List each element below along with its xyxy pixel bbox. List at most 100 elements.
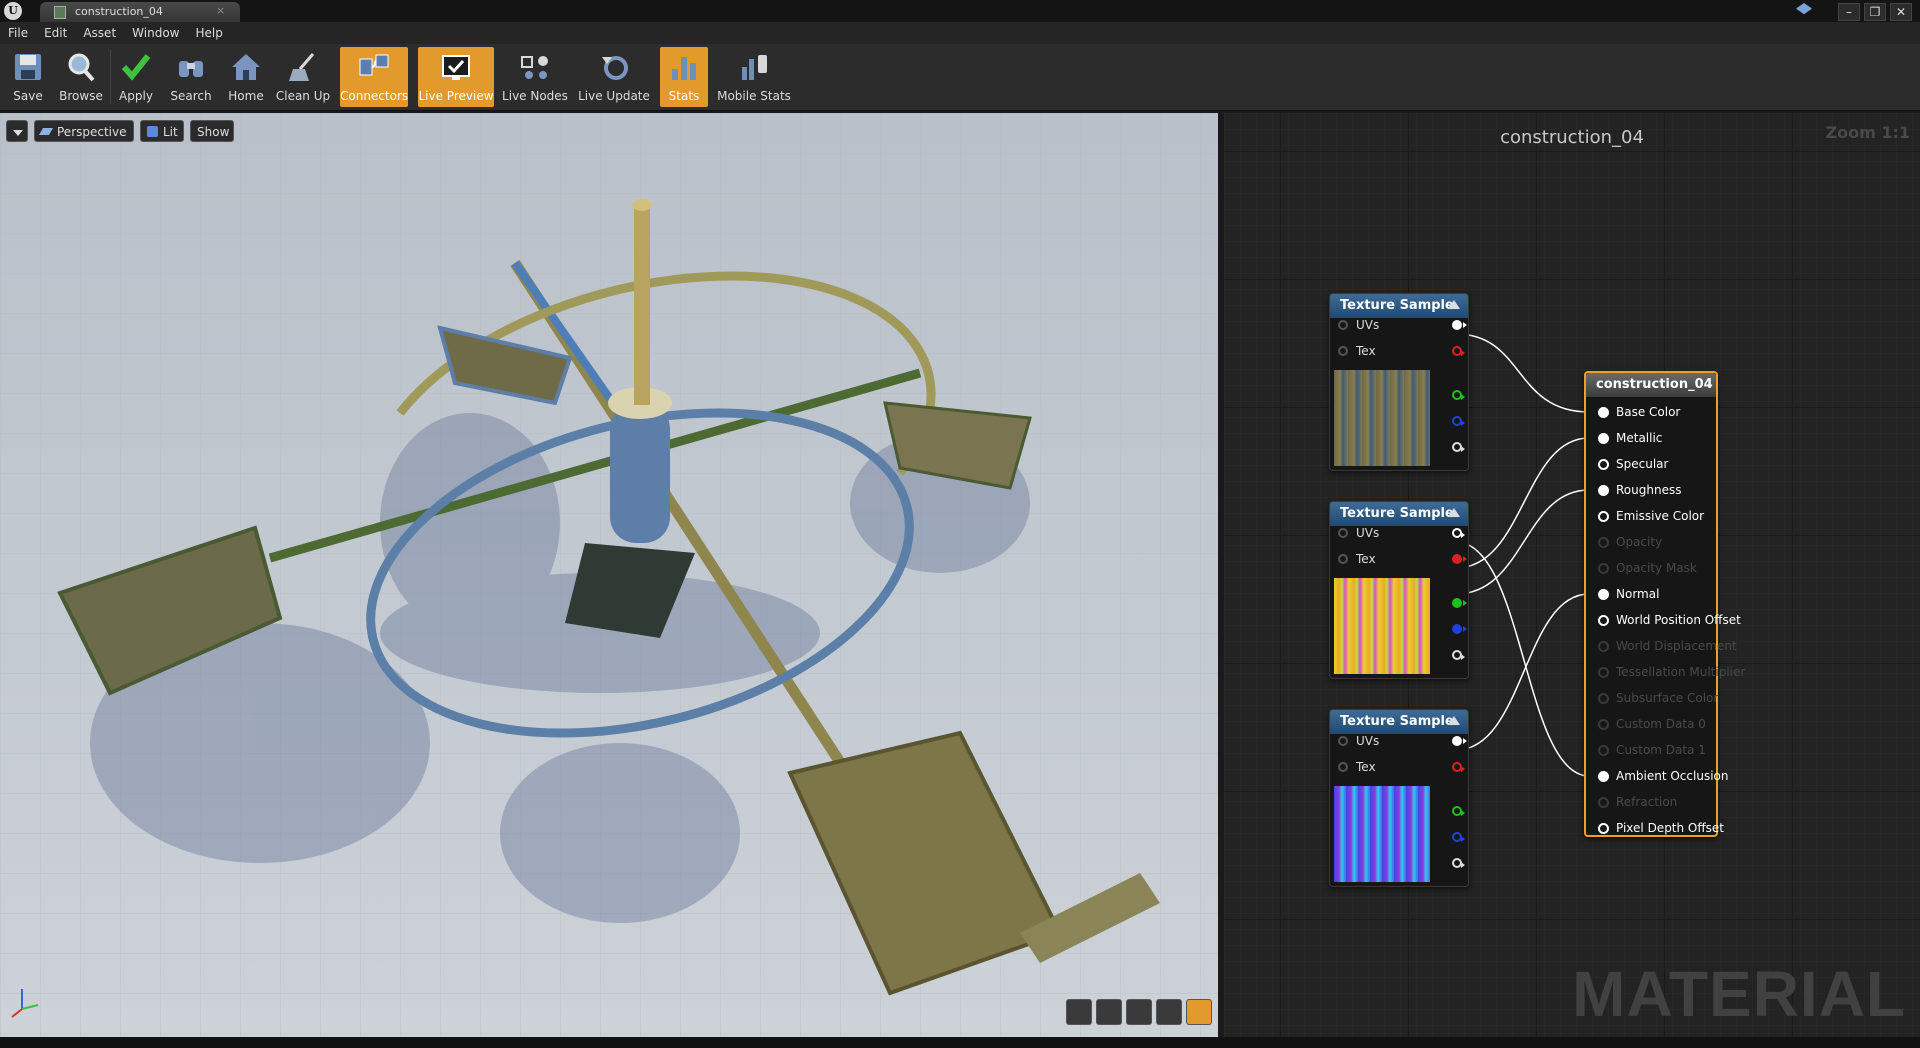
output-pin-g[interactable]	[1452, 806, 1465, 816]
input-pin[interactable]	[1598, 511, 1609, 522]
output-pin-rgb[interactable]	[1452, 528, 1465, 538]
material-input-row: World Position Offset	[1586, 607, 1741, 633]
input-pin[interactable]	[1338, 528, 1348, 538]
output-pin-r[interactable]	[1452, 554, 1467, 564]
input-pin[interactable]	[1598, 407, 1609, 418]
teapot-icon[interactable]	[1186, 999, 1212, 1025]
input-pin[interactable]	[1598, 823, 1609, 834]
stats-icon	[672, 57, 696, 80]
toolbar-separator	[110, 50, 111, 104]
menu-edit[interactable]: Edit	[36, 22, 75, 44]
texture-sample-node[interactable]: Texture Sample UVs Tex	[1329, 709, 1469, 887]
input-pin[interactable]	[1598, 771, 1609, 782]
material-input-row: Metallic	[1586, 425, 1712, 451]
texture-thumbnail	[1334, 578, 1430, 674]
viewport-options-button[interactable]	[6, 120, 28, 142]
menu-asset[interactable]: Asset	[75, 22, 124, 44]
live-preview-button[interactable]: Live Preview	[418, 47, 494, 107]
output-pin-r[interactable]	[1452, 346, 1465, 356]
input-pin	[1598, 719, 1609, 730]
material-input-label: Metallic	[1616, 431, 1663, 445]
connectors-icon	[359, 54, 389, 76]
material-input-label: Refraction	[1616, 795, 1678, 809]
stats-button[interactable]: Stats	[660, 47, 708, 107]
mobile-stats-button[interactable]: Mobile Stats	[716, 47, 792, 107]
output-pin-g[interactable]	[1452, 598, 1467, 608]
show-button[interactable]: Show	[190, 120, 234, 142]
sphere-icon[interactable]	[1096, 999, 1122, 1025]
apply-button[interactable]: Apply	[114, 47, 158, 107]
input-pin[interactable]	[1338, 762, 1348, 772]
save-button[interactable]: Save	[4, 47, 52, 107]
output-pin-b[interactable]	[1452, 624, 1467, 634]
material-graph[interactable]: construction_04 Zoom 1:1 MATERIAL Textur…	[1224, 113, 1920, 1037]
pin-row-uvs: UVs	[1330, 312, 1468, 338]
output-pin-b[interactable]	[1452, 416, 1465, 426]
save-icon	[15, 54, 41, 80]
output-pin-rgb[interactable]	[1452, 736, 1467, 746]
input-pin[interactable]	[1338, 320, 1348, 330]
input-pin[interactable]	[1338, 554, 1348, 564]
input-pin[interactable]	[1598, 459, 1609, 470]
material-input-label: Base Color	[1616, 405, 1681, 419]
input-pin[interactable]	[1598, 615, 1609, 626]
material-input-label: Pixel Depth Offset	[1616, 821, 1724, 835]
output-pin-rgb[interactable]	[1452, 320, 1467, 330]
browse-button[interactable]: Browse	[56, 47, 106, 107]
node-title: construction_04	[1586, 373, 1716, 397]
collapse-icon[interactable]	[1448, 508, 1460, 517]
material-input-row: Roughness	[1586, 477, 1712, 503]
document-tab[interactable]: construction_04 ×	[40, 2, 240, 22]
material-asset-icon	[54, 6, 66, 19]
input-pin	[1598, 667, 1609, 678]
magnifier-icon	[68, 53, 95, 82]
material-input-row: Custom Data 1	[1586, 737, 1712, 763]
source-control-icon[interactable]	[1796, 3, 1812, 15]
home-button[interactable]: Home	[222, 47, 270, 107]
input-pin	[1598, 537, 1609, 548]
texture-sample-node[interactable]: Texture Sample UVs Tex	[1329, 501, 1469, 679]
search-button[interactable]: Search	[168, 47, 214, 107]
output-pin-a[interactable]	[1452, 650, 1465, 660]
close-window-button[interactable]: ✕	[1890, 3, 1912, 21]
output-pin-a[interactable]	[1452, 442, 1465, 452]
input-pin[interactable]	[1598, 433, 1609, 444]
input-pin[interactable]	[1338, 346, 1348, 356]
minimize-button[interactable]: –	[1838, 3, 1860, 21]
collapse-icon[interactable]	[1448, 300, 1460, 309]
document-tab-title: construction_04	[75, 5, 163, 18]
output-pin-b[interactable]	[1452, 832, 1465, 842]
collapse-icon[interactable]	[1448, 716, 1460, 725]
menu-window[interactable]: Window	[124, 22, 187, 44]
menu-help[interactable]: Help	[187, 22, 230, 44]
restore-button[interactable]: ❐	[1864, 3, 1886, 21]
material-result-node[interactable]: construction_04 Base Color Metallic Specul…	[1584, 371, 1745, 837]
lit-button[interactable]: Lit	[140, 120, 184, 142]
pin-row-tex: Tex	[1330, 546, 1468, 572]
texture-sample-node[interactable]: Texture Sample UVs Tex	[1329, 293, 1469, 471]
output-pin-a[interactable]	[1452, 858, 1465, 868]
connectors-button[interactable]: Connectors	[340, 47, 408, 107]
material-input-row: Custom Data 0	[1586, 711, 1712, 737]
cylinder-icon[interactable]	[1066, 999, 1092, 1025]
menu-bar: File Edit Asset Window Help	[0, 22, 1920, 44]
input-pin[interactable]	[1338, 736, 1348, 746]
perspective-button[interactable]: Perspective	[34, 120, 134, 142]
material-input-label: Roughness	[1616, 483, 1682, 497]
material-input-label: Ambient Occlusion	[1616, 769, 1729, 783]
live-update-button[interactable]: Live Update	[578, 47, 650, 107]
cube-icon[interactable]	[1156, 999, 1182, 1025]
clean-up-button[interactable]: Clean Up	[274, 47, 332, 107]
output-pin-g[interactable]	[1452, 390, 1465, 400]
input-pin[interactable]	[1598, 485, 1609, 496]
live-nodes-button[interactable]: Live Nodes	[502, 47, 568, 107]
preview-viewport[interactable]: Perspective Lit Show	[0, 113, 1218, 1037]
menu-file[interactable]: File	[0, 22, 36, 44]
input-pin[interactable]	[1598, 589, 1609, 600]
material-input-row: Subsurface Color	[1586, 685, 1718, 711]
title-bar: U construction_04 × – ❐ ✕	[0, 0, 1920, 22]
perspective-icon	[38, 128, 54, 135]
plane-icon[interactable]	[1126, 999, 1152, 1025]
output-pin-r[interactable]	[1452, 762, 1465, 772]
tab-close-icon[interactable]: ×	[216, 4, 225, 17]
